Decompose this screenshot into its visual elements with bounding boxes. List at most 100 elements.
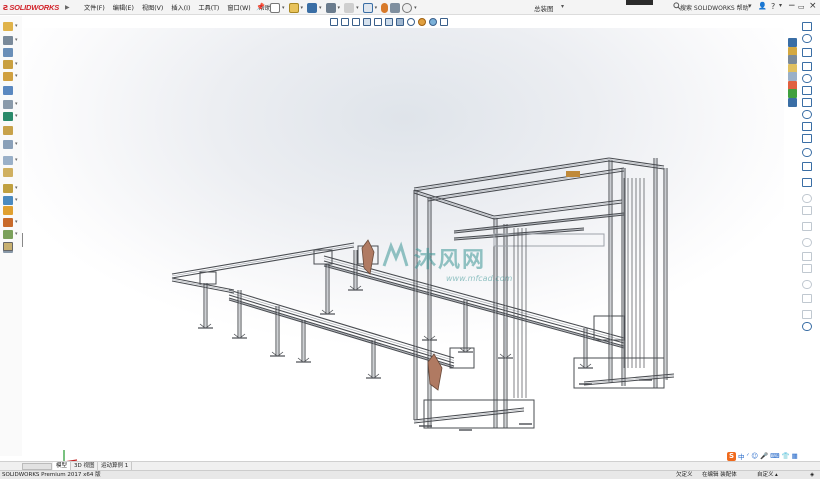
print-arrow-icon[interactable]: ▾ <box>338 5 341 11</box>
gear-icon[interactable] <box>402 2 413 13</box>
units-status[interactable]: 自定义 <box>757 471 774 479</box>
dropdown-arrow-icon[interactable]: ▾ <box>15 185 18 191</box>
tab-scroll-buttons[interactable] <box>22 463 52 470</box>
apply-scene-icon[interactable] <box>429 18 437 26</box>
show-hidden-icon[interactable] <box>3 140 13 149</box>
convert-icon[interactable] <box>802 206 812 215</box>
open-icon[interactable] <box>288 2 299 13</box>
pattern-icon[interactable] <box>802 252 812 261</box>
view-settings-icon[interactable] <box>440 18 448 26</box>
ime-settings-icon[interactable]: ▦ <box>792 452 798 460</box>
fillet-icon[interactable] <box>802 162 812 171</box>
status-quick-tips-icon[interactable]: ◈ <box>810 471 814 479</box>
large-assembly-icon[interactable] <box>3 184 13 193</box>
insert-component-icon[interactable] <box>3 86 13 95</box>
view-palette-icon[interactable] <box>788 72 797 81</box>
select-arrow-icon[interactable] <box>362 2 373 13</box>
new-doc-icon[interactable] <box>270 2 280 13</box>
select-arrow-dropdown-icon[interactable]: ▾ <box>375 5 378 11</box>
hide-show-icon[interactable] <box>407 18 415 26</box>
display-icon[interactable] <box>802 322 812 331</box>
slot-icon[interactable] <box>802 48 812 57</box>
dropdown-arrow-icon[interactable]: ▾ <box>15 219 18 225</box>
fix-icon[interactable] <box>802 294 812 303</box>
rebuild-icon[interactable] <box>381 2 389 13</box>
exploded-view-icon[interactable] <box>3 60 13 69</box>
previous-view-icon[interactable] <box>352 18 360 26</box>
ime-mode-label[interactable]: 中 <box>738 451 745 461</box>
dropdown-arrow-icon[interactable]: ▾ <box>15 197 18 203</box>
help-search-input[interactable]: 搜索 SOLIDWORKS 帮助 <box>680 3 749 12</box>
interference-icon[interactable] <box>3 218 13 227</box>
undo-arrow-icon[interactable]: ▾ <box>356 5 359 11</box>
point-icon[interactable] <box>802 122 812 131</box>
chevron-down-icon[interactable]: ▾ <box>561 3 564 10</box>
undo-icon[interactable] <box>344 2 355 13</box>
ime-punct-icon[interactable]: ᐟ <box>747 452 750 460</box>
text-icon[interactable] <box>802 148 812 157</box>
line-icon[interactable] <box>802 22 812 31</box>
ellipse-icon[interactable] <box>802 98 812 107</box>
explode-line-icon[interactable] <box>3 206 13 215</box>
help-arrow-icon[interactable]: ▾ <box>779 2 782 9</box>
dimension-icon[interactable] <box>802 280 812 289</box>
solidworks-logo[interactable]: ƨ SOLIDWORKS ▶ <box>3 2 70 13</box>
dropdown-arrow-icon[interactable]: ▾ <box>15 37 18 43</box>
dropdown-arrow-icon[interactable]: ▾ <box>15 113 18 119</box>
print-icon[interactable] <box>325 2 336 13</box>
assembly-features-icon[interactable] <box>3 100 13 109</box>
move-icon[interactable] <box>802 238 812 247</box>
zoom-area-icon[interactable] <box>341 18 349 26</box>
file-properties-icon[interactable] <box>390 2 401 13</box>
menu-edit[interactable]: 编辑(E) <box>109 3 138 12</box>
ime-toolbar[interactable]: S 中 ᐟ ☺ 🎤 ⌨ 👕 ▦ <box>727 451 798 461</box>
menu-insert[interactable]: 插入(I) <box>167 3 194 12</box>
search-dropdown-icon[interactable]: ▾ <box>748 2 752 10</box>
mate-icon[interactable] <box>3 72 13 81</box>
ime-emoji-icon[interactable]: ☺ <box>751 452 758 460</box>
home-icon[interactable] <box>788 38 797 47</box>
dropdown-arrow-icon[interactable]: ▾ <box>15 231 18 237</box>
paperclip-icon[interactable] <box>3 36 13 45</box>
mirror-icon[interactable] <box>802 222 812 231</box>
ime-keyboard-icon[interactable]: ⌨ <box>770 452 779 460</box>
user-icon[interactable]: 👤 <box>758 2 767 10</box>
view-orientation-icon[interactable] <box>385 18 393 26</box>
menu-view[interactable]: 视图(V) <box>138 3 167 12</box>
new-doc-arrow-icon[interactable]: ▾ <box>282 5 285 11</box>
design-library-icon[interactable] <box>788 55 797 64</box>
menu-file[interactable]: 文件(F) <box>80 3 109 12</box>
menu-window[interactable]: 窗口(W) <box>223 3 254 12</box>
units-arrow-icon[interactable]: ▴ <box>775 471 778 479</box>
trim-icon[interactable] <box>802 194 812 203</box>
linear-pattern-icon[interactable] <box>3 156 13 165</box>
dropdown-arrow-icon[interactable]: ▾ <box>15 23 18 29</box>
ime-voice-icon[interactable]: 🎤 <box>760 452 768 460</box>
minimize-button[interactable]: − <box>788 1 796 11</box>
custom-properties-icon[interactable] <box>788 89 797 98</box>
logo-menu-arrow-icon[interactable]: ▶ <box>65 4 70 11</box>
save-arrow-icon[interactable]: ▾ <box>319 5 322 11</box>
open-arrow-icon[interactable]: ▾ <box>301 5 304 11</box>
spline-icon[interactable] <box>802 86 812 95</box>
pin-icon[interactable]: 📌 <box>256 3 265 11</box>
dropdown-arrow-icon[interactable]: ▾ <box>15 101 18 107</box>
centerline-icon[interactable] <box>802 134 812 143</box>
options-arrow-icon[interactable]: ▾ <box>414 5 417 11</box>
panel-grip[interactable] <box>22 233 25 247</box>
solidworks-forum-icon[interactable] <box>788 97 797 107</box>
smart-fastener-icon[interactable] <box>3 22 13 31</box>
move-component-icon[interactable] <box>3 126 13 135</box>
offset-icon[interactable] <box>802 178 812 187</box>
instant3d-icon[interactable] <box>3 168 13 177</box>
help-button[interactable]: ? <box>771 2 775 11</box>
display-style-icon[interactable] <box>396 18 404 26</box>
zoom-to-fit-icon[interactable] <box>330 18 338 26</box>
graphics-area[interactable]: 沐风网 www.mfcad.com <box>24 28 784 467</box>
edit-appearance-icon[interactable] <box>418 18 426 26</box>
dropdown-arrow-icon[interactable]: ▾ <box>15 141 18 147</box>
section-view-icon[interactable] <box>363 18 371 26</box>
clearance-icon[interactable] <box>3 230 13 239</box>
bill-of-materials-icon[interactable] <box>3 196 13 205</box>
rectangle-icon[interactable] <box>802 62 812 71</box>
